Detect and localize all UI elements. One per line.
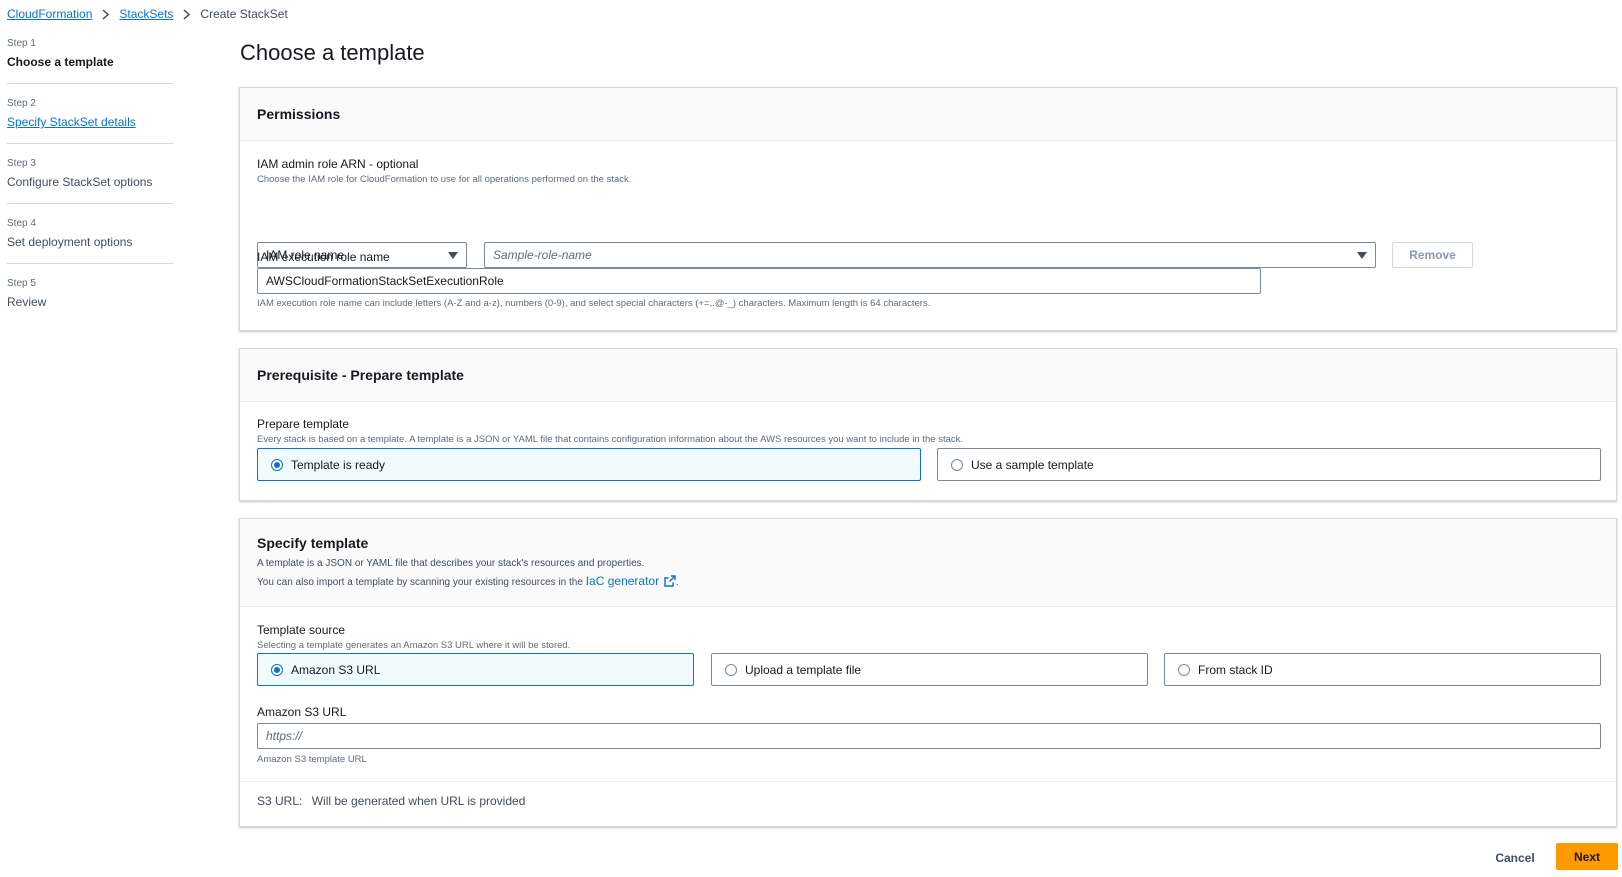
wizard-step-3: Step 3 Configure StackSet options: [7, 158, 173, 204]
s3-url-value: Will be generated when URL is provided: [311, 794, 526, 808]
radio-upload-template-file[interactable]: Upload a template file: [711, 653, 1148, 686]
radio-unchecked-icon: [1178, 663, 1190, 676]
permissions-body: IAM admin role ARN - optional Choose the…: [240, 141, 1616, 331]
iac-line-prefix: You can also import a template by scanni…: [257, 577, 583, 588]
step-number: Step 4: [7, 218, 36, 229]
step-label-review: Review: [7, 295, 47, 309]
template-source-desc: Selecting a template generates an Amazon…: [257, 640, 571, 651]
radio-label: Amazon S3 URL: [291, 662, 381, 677]
iac-generator-line: You can also import a template by scanni…: [257, 574, 679, 590]
role-name-select[interactable]: Sample-role-name: [484, 242, 1376, 268]
wizard-step-2: Step 2 Specify StackSet details: [7, 98, 173, 144]
radio-label: Use a sample template: [971, 457, 1094, 472]
permissions-title: Permissions: [257, 106, 341, 122]
radio-unchecked-icon: [725, 663, 737, 676]
remove-button[interactable]: Remove: [1392, 242, 1473, 268]
specify-template-panel: Specify template A template is a JSON or…: [239, 518, 1617, 827]
wizard-steps: Step 1 Choose a template Step 2 Specify …: [7, 38, 173, 337]
prepare-template-label: Prepare template: [257, 417, 350, 431]
prepare-template-desc: Every stack is based on a template. A te…: [257, 434, 964, 445]
radio-label: Upload a template file: [745, 662, 862, 677]
exec-role-hint: IAM execution role name can include lett…: [257, 298, 931, 309]
s3-url-readout: S3 URL: Will be generated when URL is pr…: [257, 794, 525, 808]
specify-template-header: Specify template A template is a JSON or…: [240, 519, 1616, 607]
permissions-header: Permissions: [240, 88, 1616, 141]
cancel-button[interactable]: Cancel: [1480, 845, 1550, 871]
step-link-specify-details[interactable]: Specify StackSet details: [7, 115, 173, 129]
radio-from-stack-id[interactable]: From stack ID: [1164, 653, 1601, 686]
chevron-right-icon: [183, 8, 191, 20]
caret-down-icon: [1357, 251, 1367, 259]
breadcrumb-cloudformation-link[interactable]: CloudFormation: [7, 7, 92, 21]
step-label-configure-options: Configure StackSet options: [7, 175, 153, 189]
s3-url-hint: Amazon S3 template URL: [257, 754, 367, 765]
radio-unchecked-icon: [951, 458, 963, 471]
wizard-step-1: Step 1 Choose a template: [7, 38, 173, 84]
external-link-icon[interactable]: [664, 575, 676, 590]
radio-sample-template[interactable]: Use a sample template: [937, 448, 1601, 481]
wizard-step-4: Step 4 Set deployment options: [7, 218, 173, 264]
iac-generator-link[interactable]: IaC generator: [586, 574, 659, 588]
step-number: Step 1: [7, 38, 36, 49]
step-number: Step 5: [7, 278, 36, 289]
breadcrumb: CloudFormation StackSets Create StackSet: [7, 6, 288, 22]
next-button[interactable]: Next: [1556, 843, 1618, 870]
radio-label: From stack ID: [1198, 662, 1273, 677]
s3-url-input[interactable]: https://: [257, 723, 1601, 749]
radio-checked-icon: [271, 663, 283, 676]
iac-line-suffix: .: [675, 577, 679, 588]
admin-role-desc: Choose the IAM role for CloudFormation t…: [257, 174, 632, 185]
prerequisite-panel: Prerequisite - Prepare template Prepare …: [239, 348, 1617, 501]
step-number: Step 3: [7, 158, 36, 169]
s3-url-key: S3 URL:: [257, 794, 303, 808]
step-number: Step 2: [7, 98, 36, 109]
divider: [240, 781, 1616, 782]
specify-template-body: Template source Selecting a template gen…: [240, 607, 1616, 826]
radio-template-ready[interactable]: Template is ready: [257, 448, 921, 481]
s3-url-label: Amazon S3 URL: [257, 705, 347, 719]
prerequisite-title: Prerequisite - Prepare template: [257, 367, 464, 383]
radio-label: Template is ready: [291, 457, 386, 472]
chevron-right-icon: [102, 8, 110, 20]
radio-amazon-s3-url[interactable]: Amazon S3 URL: [257, 653, 694, 686]
caret-down-icon: [448, 251, 458, 259]
page-title: Choose a template: [240, 40, 425, 65]
exec-role-input[interactable]: AWSCloudFormationStackSetExecutionRole: [257, 268, 1261, 294]
step-label-deployment-options: Set deployment options: [7, 235, 133, 249]
breadcrumb-stacksets-link[interactable]: StackSets: [119, 7, 173, 21]
prerequisite-body: Prepare template Every stack is based on…: [240, 402, 1616, 501]
wizard-step-5: Step 5 Review: [7, 278, 173, 323]
s3-url-placeholder: https://: [266, 729, 303, 743]
step-label-choose-template: Choose a template: [7, 55, 114, 69]
exec-role-value: AWSCloudFormationStackSetExecutionRole: [266, 274, 504, 288]
radio-checked-icon: [271, 458, 283, 471]
exec-role-label: IAM execution role name: [257, 250, 390, 264]
permissions-panel: Permissions IAM admin role ARN - optiona…: [239, 87, 1617, 331]
breadcrumb-current: Create StackSet: [200, 7, 288, 21]
prerequisite-header: Prerequisite - Prepare template: [240, 349, 1616, 402]
specify-template-title: Specify template: [257, 535, 369, 551]
role-name-placeholder: Sample-role-name: [493, 248, 592, 262]
admin-role-label: IAM admin role ARN - optional: [257, 157, 419, 171]
specify-template-desc: A template is a JSON or YAML file that d…: [257, 558, 645, 569]
template-source-label: Template source: [257, 623, 346, 637]
